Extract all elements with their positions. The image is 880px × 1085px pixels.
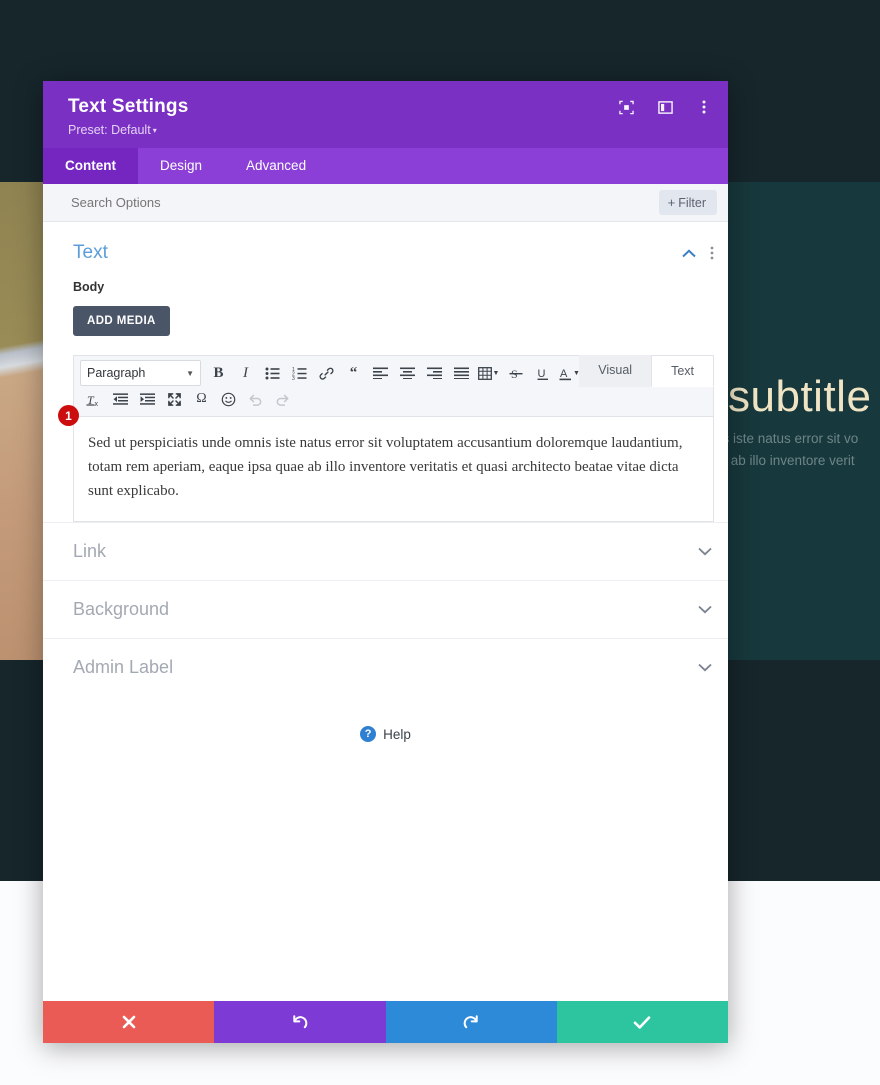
wysiwyg-editor: Visual Text Paragraph ▼ B I 1 2 3 “ ▼ U … (58, 355, 714, 522)
filter-button-label: Filter (678, 196, 706, 210)
text-section: Text Body ADD MEDIA Visual Text Paragrap… (43, 222, 728, 522)
undo-button[interactable] (214, 1001, 386, 1043)
format-select-value: Paragraph (87, 366, 146, 380)
editor-mode-tabs: Visual Text (579, 355, 714, 387)
accordion-background[interactable]: Background (43, 580, 728, 638)
chevron-down-icon: ▼ (186, 368, 194, 378)
fullscreen-icon[interactable] (161, 387, 188, 412)
background-paragraph-line-2: ae ab illo inventore verit (712, 453, 855, 468)
step-badge: 1 (58, 405, 79, 426)
modal-header: Text Settings Preset: Default ▾ (43, 81, 728, 148)
help-label: Help (383, 726, 411, 742)
search-input[interactable] (69, 194, 659, 211)
blockquote-icon[interactable]: “ (340, 361, 367, 386)
chevron-up-icon[interactable] (682, 248, 696, 258)
svg-text:x: x (94, 401, 98, 407)
filter-button[interactable]: + Filter (658, 190, 717, 215)
align-center-icon[interactable] (394, 361, 421, 386)
modal-body: Text Body ADD MEDIA Visual Text Paragrap… (43, 222, 728, 1001)
align-right-icon[interactable] (421, 361, 448, 386)
tab-content[interactable]: Content (43, 148, 138, 184)
editor-body-text: Sed ut perspiciatis unde omnis iste natu… (88, 435, 683, 499)
outdent-icon[interactable] (107, 387, 134, 412)
emoji-icon[interactable] (215, 387, 242, 412)
text-section-header: Text (73, 242, 714, 264)
help-link[interactable]: ? Help (43, 696, 728, 742)
svg-text:3: 3 (292, 376, 295, 380)
accordion-admin-label[interactable]: Admin Label (43, 638, 728, 696)
save-button[interactable] (556, 1001, 728, 1043)
modal-footer (43, 1001, 728, 1043)
bulleted-list-icon[interactable] (259, 361, 286, 386)
help-icon: ? (360, 726, 377, 742)
accordion-admin-label-label: Admin Label (73, 657, 174, 677)
table-icon[interactable]: ▼ (475, 361, 502, 386)
tab-design[interactable]: Design (138, 148, 224, 184)
link-icon[interactable] (313, 361, 340, 386)
format-select[interactable]: Paragraph ▼ (80, 360, 201, 386)
close-button[interactable] (43, 1001, 215, 1043)
redo-button[interactable] (385, 1001, 557, 1043)
body-field-label: Body (73, 280, 105, 294)
text-settings-modal: Text Settings Preset: Default ▾ Content D… (43, 81, 728, 1043)
align-justify-icon[interactable] (448, 361, 475, 386)
background-subtitle: subtitle (728, 372, 872, 421)
svg-text:A: A (560, 368, 568, 380)
add-media-button[interactable]: ADD MEDIA (73, 306, 170, 336)
chevron-down-icon: ▼ (492, 369, 500, 377)
underline-icon[interactable]: U (529, 361, 556, 386)
chevron-down-icon: ▾ (152, 126, 157, 135)
search-bar: +Filter (43, 184, 728, 222)
background-paragraph-line-1: nis iste natus error sit vo (712, 431, 859, 446)
tab-visual[interactable]: Visual (579, 355, 652, 387)
redo-icon[interactable] (269, 387, 296, 412)
svg-text:U: U (537, 368, 545, 380)
undo-icon[interactable] (242, 387, 269, 412)
text-section-actions (682, 246, 714, 260)
align-left-icon[interactable] (367, 361, 394, 386)
special-character-icon[interactable]: Ω (188, 387, 215, 412)
accordion-link-label: Link (73, 541, 107, 561)
kebab-menu-icon[interactable] (694, 97, 714, 117)
text-section-title[interactable]: Text (73, 242, 682, 264)
toolbar-row-2: Tx Ω (80, 386, 707, 412)
clear-formatting-icon[interactable]: Tx (80, 387, 107, 412)
modal-tabs: Content Design Advanced (43, 148, 728, 184)
header-icon-group (616, 97, 714, 117)
chevron-down-icon (698, 547, 712, 556)
editor-content-area[interactable]: 1 Sed ut perspiciatis unde omnis iste na… (58, 405, 714, 522)
tab-text[interactable]: Text (651, 355, 714, 387)
chevron-down-icon (698, 663, 712, 672)
strikethrough-icon[interactable]: S (502, 361, 529, 386)
bold-icon[interactable]: B (205, 361, 232, 386)
kebab-menu-icon[interactable] (710, 246, 714, 260)
chevron-down-icon (698, 605, 712, 614)
numbered-list-icon[interactable]: 123 (286, 361, 313, 386)
preset-label: Preset: Default (68, 123, 151, 137)
italic-icon[interactable]: I (232, 361, 259, 386)
accordion-link[interactable]: Link (43, 522, 728, 580)
plus-icon: + (667, 195, 676, 210)
tab-advanced[interactable]: Advanced (224, 148, 328, 184)
panel-layout-icon[interactable] (655, 97, 675, 117)
preset-selector[interactable]: Preset: Default ▾ (68, 123, 712, 138)
focus-target-icon[interactable] (616, 97, 636, 117)
accordion-background-label: Background (73, 599, 170, 619)
indent-icon[interactable] (134, 387, 161, 412)
